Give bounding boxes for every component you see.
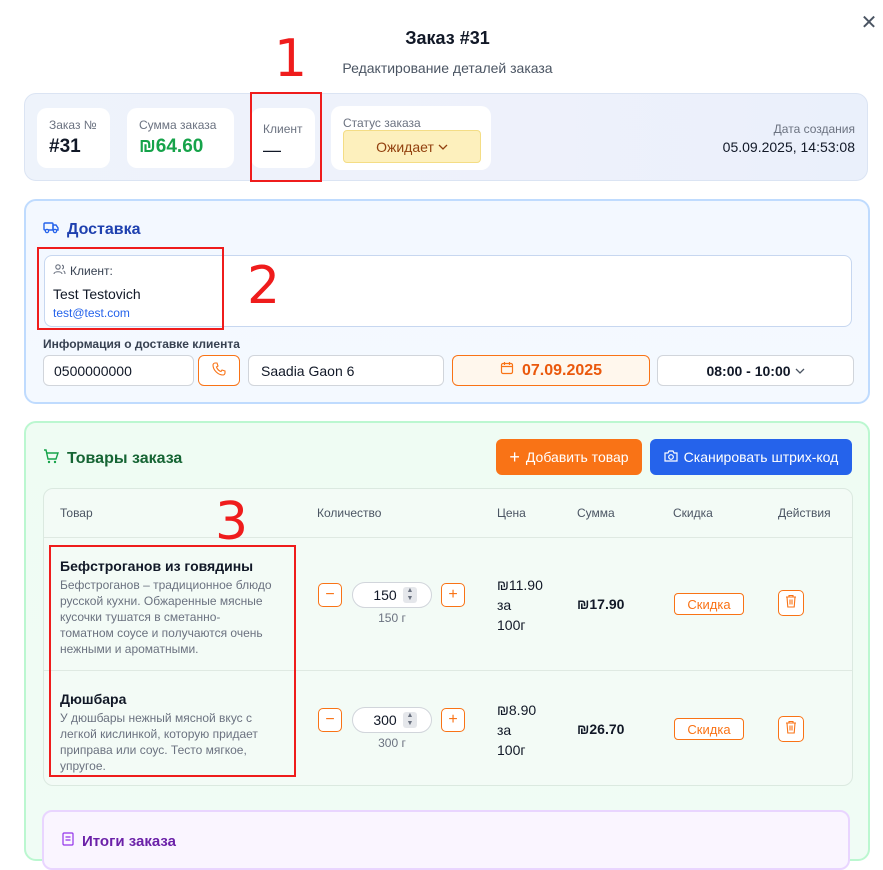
discount-button[interactable]: Скидка bbox=[674, 593, 744, 615]
modal-title: Заказ #31 bbox=[405, 28, 490, 48]
status-value: Ожидает bbox=[376, 138, 434, 155]
address-value: Saadia Gaon 6 bbox=[261, 362, 355, 379]
totals-title-text: Итоги заказа bbox=[82, 832, 176, 850]
quantity-unit: 150 г bbox=[378, 611, 406, 625]
annotation-number-1: 1 bbox=[274, 29, 308, 89]
products-title: Товары заказа bbox=[43, 449, 182, 469]
chevron-down-icon bbox=[438, 139, 448, 155]
discount-button[interactable]: Скидка bbox=[674, 718, 744, 740]
increase-quantity-button[interactable]: + bbox=[441, 708, 465, 732]
camera-icon bbox=[664, 449, 678, 465]
delivery-title-text: Доставка bbox=[67, 220, 141, 238]
annotation-number-3: 3 bbox=[215, 492, 249, 552]
delivery-time-value: 08:00 - 10:00 bbox=[706, 362, 791, 379]
delivery-info-label: Информация о доставке клиента bbox=[43, 337, 240, 351]
status-card: Статус заказа Ожидает bbox=[331, 106, 491, 170]
row-sum: ₪17.90 bbox=[577, 596, 625, 612]
spinner-icon[interactable]: ▲ ▼ bbox=[403, 712, 417, 728]
col-quantity: Количество bbox=[317, 506, 382, 520]
price-line: за bbox=[497, 597, 512, 613]
phone-icon bbox=[212, 362, 226, 379]
plus-icon: + bbox=[509, 447, 520, 467]
row-sum: ₪26.70 bbox=[577, 721, 625, 737]
scan-barcode-button[interactable]: Сканировать штрих-код bbox=[650, 439, 852, 475]
order-number-label: Заказ № bbox=[49, 118, 97, 132]
chevron-down-icon bbox=[795, 363, 805, 379]
price-line: ₪8.90 bbox=[497, 702, 537, 718]
add-product-label: Добавить товар bbox=[525, 449, 629, 465]
price-line: ₪11.90 bbox=[497, 577, 543, 593]
phone-value: 0500000000 bbox=[54, 362, 132, 379]
quantity-unit: 300 г bbox=[378, 736, 406, 750]
order-number-value: #31 bbox=[49, 136, 81, 157]
order-summary: Заказ № #31 Сумма заказа ₪64.60 Клиент —… bbox=[24, 93, 868, 181]
quantity-value: 150 bbox=[373, 587, 397, 603]
annotation-number-2: 2 bbox=[247, 256, 281, 316]
annotation-box-3 bbox=[49, 545, 296, 777]
quantity-value: 300 bbox=[373, 712, 397, 728]
price-line: 100г bbox=[497, 742, 526, 758]
col-discount: Скидка bbox=[673, 506, 713, 520]
products-title-text: Товары заказа bbox=[67, 450, 183, 467]
delivery-date-picker[interactable]: 07.09.2025 bbox=[452, 355, 650, 386]
spinner-icon[interactable]: ▲ ▼ bbox=[403, 587, 417, 603]
receipt-icon bbox=[62, 832, 74, 850]
status-select[interactable]: Ожидает bbox=[343, 130, 481, 163]
created-date-value: 05.09.2025, 14:53:08 bbox=[722, 139, 855, 155]
price-line: за bbox=[497, 722, 512, 738]
created-date-label: Дата создания bbox=[773, 122, 855, 136]
price-line: 100г bbox=[497, 617, 526, 633]
cart-icon bbox=[43, 449, 59, 469]
col-actions: Действия bbox=[778, 506, 831, 520]
scan-barcode-label: Сканировать штрих-код bbox=[683, 449, 839, 465]
order-number-card: Заказ № #31 bbox=[37, 108, 110, 168]
price-per-unit: ₪8.90 за 100г bbox=[497, 700, 536, 760]
col-product: Товар bbox=[60, 506, 93, 520]
quantity-input[interactable]: 300 ▲ ▼ bbox=[352, 707, 432, 733]
delete-item-button[interactable] bbox=[778, 716, 804, 742]
status-label: Статус заказа bbox=[343, 116, 421, 130]
address-input[interactable]: Saadia Gaon 6 bbox=[248, 355, 444, 386]
decrease-quantity-button[interactable]: − bbox=[318, 708, 342, 732]
totals-title: Итоги заказа bbox=[62, 832, 176, 850]
add-product-button[interactable]: + Добавить товар bbox=[496, 439, 642, 475]
call-button[interactable] bbox=[198, 355, 240, 386]
col-price: Цена bbox=[497, 506, 526, 520]
calendar-icon bbox=[500, 361, 514, 380]
increase-quantity-button[interactable]: + bbox=[441, 583, 465, 607]
delivery-title: Доставка bbox=[43, 220, 141, 239]
decrease-quantity-button[interactable]: − bbox=[318, 583, 342, 607]
truck-icon bbox=[43, 220, 59, 239]
annotation-box-1 bbox=[250, 92, 322, 182]
trash-icon bbox=[785, 720, 797, 739]
trash-icon bbox=[785, 594, 797, 613]
col-sum: Сумма bbox=[577, 506, 615, 520]
phone-input[interactable]: 0500000000 bbox=[43, 355, 194, 386]
order-total-value: ₪64.60 bbox=[139, 136, 204, 157]
delivery-time-select[interactable]: 08:00 - 10:00 bbox=[657, 355, 854, 386]
annotation-box-2 bbox=[37, 247, 224, 330]
delivery-date-value: 07.09.2025 bbox=[521, 361, 603, 379]
order-total-label: Сумма заказа bbox=[139, 118, 217, 132]
delete-item-button[interactable] bbox=[778, 590, 804, 616]
quantity-input[interactable]: 150 ▲ ▼ bbox=[352, 582, 432, 608]
price-per-unit: ₪11.90 за 100г bbox=[497, 575, 543, 635]
order-totals-section: Итоги заказа bbox=[42, 810, 850, 870]
modal-subtitle: Редактирование деталей заказа bbox=[342, 60, 553, 76]
order-total-card: Сумма заказа ₪64.60 bbox=[127, 108, 234, 168]
